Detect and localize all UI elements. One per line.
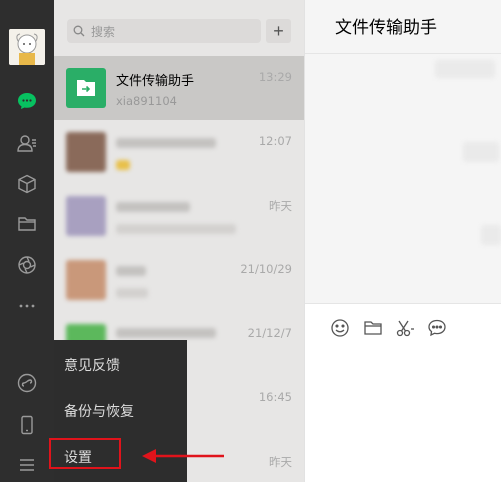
box-icon[interactable]	[15, 172, 39, 196]
moments-icon[interactable]	[15, 253, 39, 277]
blurred-name	[116, 202, 190, 212]
more-icon[interactable]	[15, 294, 39, 318]
chat-avatar	[66, 196, 106, 236]
chat-time: 21/10/29	[240, 262, 292, 276]
chat-time: 16:45	[258, 390, 292, 404]
phone-icon[interactable]	[15, 413, 39, 437]
blurred-name	[116, 328, 216, 338]
blurred-subtitle	[116, 160, 130, 170]
chat-window: 文件传输助手	[304, 0, 501, 482]
chat-time: 13:29	[258, 70, 292, 84]
blurred-message	[435, 60, 495, 78]
chat-avatar	[66, 132, 106, 172]
contacts-icon[interactable]	[15, 131, 39, 155]
sidebar	[0, 0, 54, 482]
settings-highlight-box	[49, 438, 121, 469]
feedback-menu-item[interactable]: 意见反馈	[64, 355, 120, 375]
backup-restore-menu-item[interactable]: 备份与恢复	[64, 401, 134, 421]
menu-icon[interactable]	[15, 453, 39, 477]
folder-icon[interactable]	[363, 318, 383, 338]
emoji-icon[interactable]	[330, 318, 350, 338]
search-placeholder: 搜索	[91, 24, 116, 39]
file-transfer-avatar	[66, 68, 106, 108]
list-item[interactable]: 21/10/29	[54, 248, 304, 312]
title-divider	[305, 53, 501, 54]
blurred-message	[463, 142, 499, 162]
chat-name: 文件传输助手	[116, 74, 195, 89]
blurred-name	[116, 266, 146, 276]
user-avatar[interactable]	[9, 29, 45, 65]
add-button[interactable]: +	[266, 19, 291, 43]
chat-time: 昨天	[269, 199, 292, 213]
chat-icon[interactable]	[15, 89, 39, 113]
miniprogram-icon[interactable]	[15, 371, 39, 395]
chat-subtitle: xia891104	[116, 94, 177, 108]
folder-icon[interactable]	[15, 212, 39, 236]
chat-time: 21/12/7	[247, 326, 292, 340]
blurred-name	[116, 138, 216, 148]
list-item[interactable]: 12:07	[54, 120, 304, 184]
chat-time: 12:07	[258, 134, 292, 148]
list-item[interactable]: 文件传输助手 xia891104 13:29	[54, 56, 304, 120]
blurred-subtitle	[116, 224, 236, 234]
chat-bubble-icon[interactable]	[427, 318, 447, 338]
message-input-area[interactable]	[305, 303, 501, 482]
list-item[interactable]: 昨天	[54, 184, 304, 248]
scissors-icon[interactable]	[395, 318, 415, 338]
blurred-message	[481, 225, 501, 245]
pointer-arrow-icon	[142, 449, 224, 463]
chat-time: 昨天	[269, 455, 292, 469]
search-icon	[73, 25, 85, 37]
chat-title: 文件传输助手	[335, 18, 437, 38]
chat-avatar	[66, 260, 106, 300]
search-input[interactable]: 搜索	[67, 19, 261, 43]
blurred-subtitle	[116, 288, 148, 298]
